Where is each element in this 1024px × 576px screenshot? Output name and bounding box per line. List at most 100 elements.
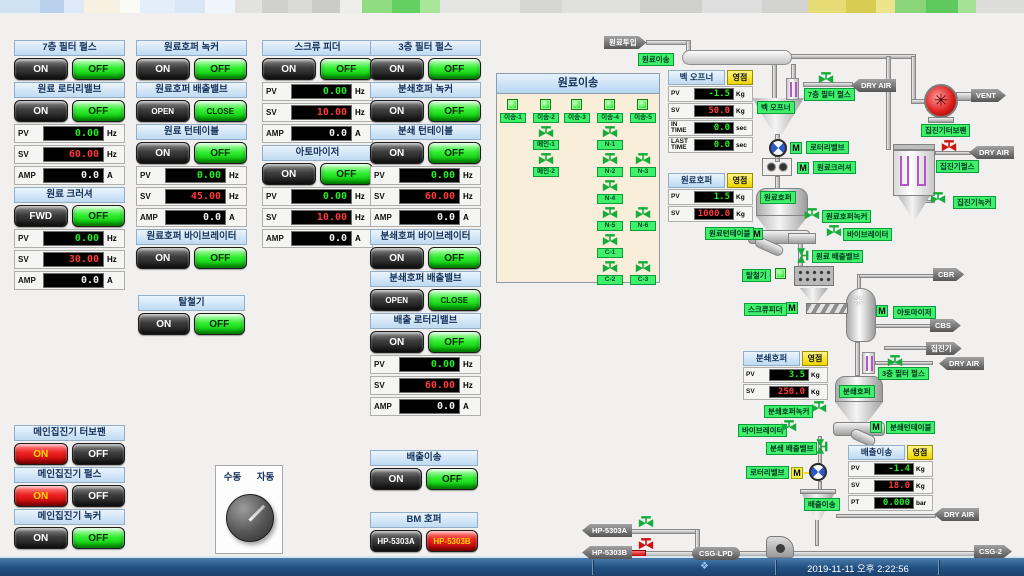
manual-auto-selector: 수동자동 xyxy=(215,465,283,554)
on-button[interactable]: ON xyxy=(370,100,424,122)
main-1-label: 메인-1 xyxy=(533,140,559,150)
close-button[interactable]: CLOSE xyxy=(194,100,248,122)
off-button[interactable]: OFF xyxy=(194,313,246,335)
off-button[interactable]: OFF xyxy=(72,527,126,549)
bag-opener-label: 벡 오프너 xyxy=(757,101,795,114)
status-divider xyxy=(592,560,593,575)
unit-label: Hz xyxy=(463,381,477,390)
off-button[interactable]: OFF xyxy=(72,485,126,507)
unit-label: bar xyxy=(916,500,930,507)
off-button[interactable]: OFF xyxy=(428,58,482,80)
off-button[interactable]: OFF xyxy=(72,100,126,122)
sv-label: SV xyxy=(374,192,396,201)
vibrator-valve-icon xyxy=(826,225,842,238)
on-button[interactable]: ON xyxy=(370,247,424,269)
on-button[interactable]: ON xyxy=(136,58,190,80)
mill-outlet-valve-label: 분쇄 배출밸브 xyxy=(766,442,817,455)
mill-turntable-motor: M xyxy=(870,421,882,433)
transfer-4-label: 이송-4 xyxy=(597,113,623,123)
zero-button[interactable]: 영점 xyxy=(727,173,753,188)
group-title: 원료 턴테이블 xyxy=(136,124,247,140)
group-title: 배출이송 xyxy=(370,450,478,466)
on-button[interactable]: ON xyxy=(14,485,68,507)
sv-label: SV xyxy=(18,255,40,264)
dry-air-arrow-label: DRY AIR xyxy=(934,508,979,521)
transfer-2-label: 이송-2 xyxy=(533,113,559,123)
out-transfer-label: 배출이송 xyxy=(804,498,840,511)
on-button[interactable]: ON xyxy=(14,527,68,549)
selector-knob[interactable] xyxy=(226,494,274,542)
zero-button[interactable]: 영점 xyxy=(802,351,828,366)
open-button[interactable]: OPEN xyxy=(136,100,190,122)
off-button[interactable]: OFF xyxy=(72,205,126,227)
dust-collector-arrow-label: 집진기 xyxy=(926,342,962,355)
off-button[interactable]: OFF xyxy=(194,247,248,269)
off-button[interactable]: OFF xyxy=(194,58,248,80)
hp-5303a-button[interactable]: HP-5303A xyxy=(370,530,422,552)
off-button[interactable]: OFF xyxy=(320,58,374,80)
filter7-element xyxy=(786,78,799,100)
group-title: 분쇄호퍼 바이브레이터 xyxy=(370,229,481,245)
group-title: 원료호퍼 바이브레이터 xyxy=(136,229,247,245)
sv-label: SV xyxy=(266,213,288,222)
n-4-valve-icon xyxy=(602,180,618,193)
dust-collector-cone xyxy=(898,196,930,222)
on-button[interactable]: ON xyxy=(14,443,68,465)
datetime-display: 2019-11-11 오후 2:22:56 xyxy=(783,561,933,575)
c-1-label: C-1 xyxy=(597,248,623,258)
on-button[interactable]: ON xyxy=(262,58,316,80)
pipe xyxy=(859,274,935,278)
sv-row: SV10.00Hz xyxy=(262,103,373,122)
group-title: 메인집진기 터보팬 xyxy=(14,425,125,441)
mill-hopper-cone xyxy=(835,402,883,422)
fwd-button[interactable]: FWD xyxy=(14,205,68,227)
amp-value: 0.0 xyxy=(291,126,352,141)
control-column-4: 3층 필터 펄스 ONOFF 분쇄호퍼 녹커 ONOFF 분쇄 턴테이블 ONO… xyxy=(370,40,481,416)
off-button[interactable]: OFF xyxy=(428,100,482,122)
off-button[interactable]: OFF xyxy=(428,247,482,269)
unit-label: A xyxy=(463,213,477,222)
off-button[interactable]: OFF xyxy=(72,443,126,465)
csg-2-arrow-label: CSG-2 xyxy=(974,545,1012,558)
n-3-valve-icon xyxy=(635,153,651,166)
on-button[interactable]: ON xyxy=(370,331,424,353)
on-button[interactable]: ON xyxy=(370,142,424,164)
sv-row: SV60.00Hz xyxy=(370,187,481,206)
off-button[interactable]: OFF xyxy=(194,142,248,164)
on-button[interactable]: ON xyxy=(370,58,424,80)
unit-label: Hz xyxy=(355,192,369,201)
zero-button[interactable]: 영점 xyxy=(727,70,753,85)
off-button[interactable]: OFF xyxy=(428,331,482,353)
mill-turntable-label: 분쇄턴테이블 xyxy=(886,421,935,434)
pv-label: PV xyxy=(18,234,40,243)
c-1-valve-icon xyxy=(602,234,618,247)
off-button[interactable]: OFF xyxy=(428,142,482,164)
close-button[interactable]: CLOSE xyxy=(428,289,482,311)
zero-button[interactable]: 영점 xyxy=(907,445,933,460)
unit-label: Kg xyxy=(916,466,930,473)
rotary-valve-label: 로터리밸브 xyxy=(806,141,849,154)
pv-value: -1.5 xyxy=(694,88,734,100)
screw-feeder-shape xyxy=(806,303,848,314)
on-button[interactable]: ON xyxy=(138,313,190,335)
out-hopper-rim xyxy=(800,489,836,494)
gauge-title: 원료호퍼 xyxy=(668,173,725,188)
transfer-2-indicator xyxy=(540,99,551,110)
on-button[interactable]: ON xyxy=(370,468,422,490)
n-2-valve-icon xyxy=(602,153,618,166)
on-button[interactable]: ON xyxy=(14,100,68,122)
on-button[interactable]: ON xyxy=(136,142,190,164)
unit-label: Hz xyxy=(107,129,121,138)
hp-5303b-button[interactable]: HP-5303B xyxy=(426,530,478,552)
hp-5303b-arrow-label: HP-5303B xyxy=(582,546,632,559)
on-button[interactable]: ON xyxy=(14,58,68,80)
panel-title: 원료이송 xyxy=(497,74,659,94)
off-button[interactable]: OFF xyxy=(426,468,478,490)
raw-transfer-panel: 원료이송 이송-1 이송-2 이송-3 이송-4 이송-5 메인-1 메인-2 … xyxy=(496,73,660,283)
off-button[interactable]: OFF xyxy=(320,163,374,185)
on-button[interactable]: ON xyxy=(262,163,316,185)
main-2-valve-icon xyxy=(538,153,554,166)
open-button[interactable]: OPEN xyxy=(370,289,424,311)
on-button[interactable]: ON xyxy=(136,247,190,269)
off-button[interactable]: OFF xyxy=(72,58,126,80)
